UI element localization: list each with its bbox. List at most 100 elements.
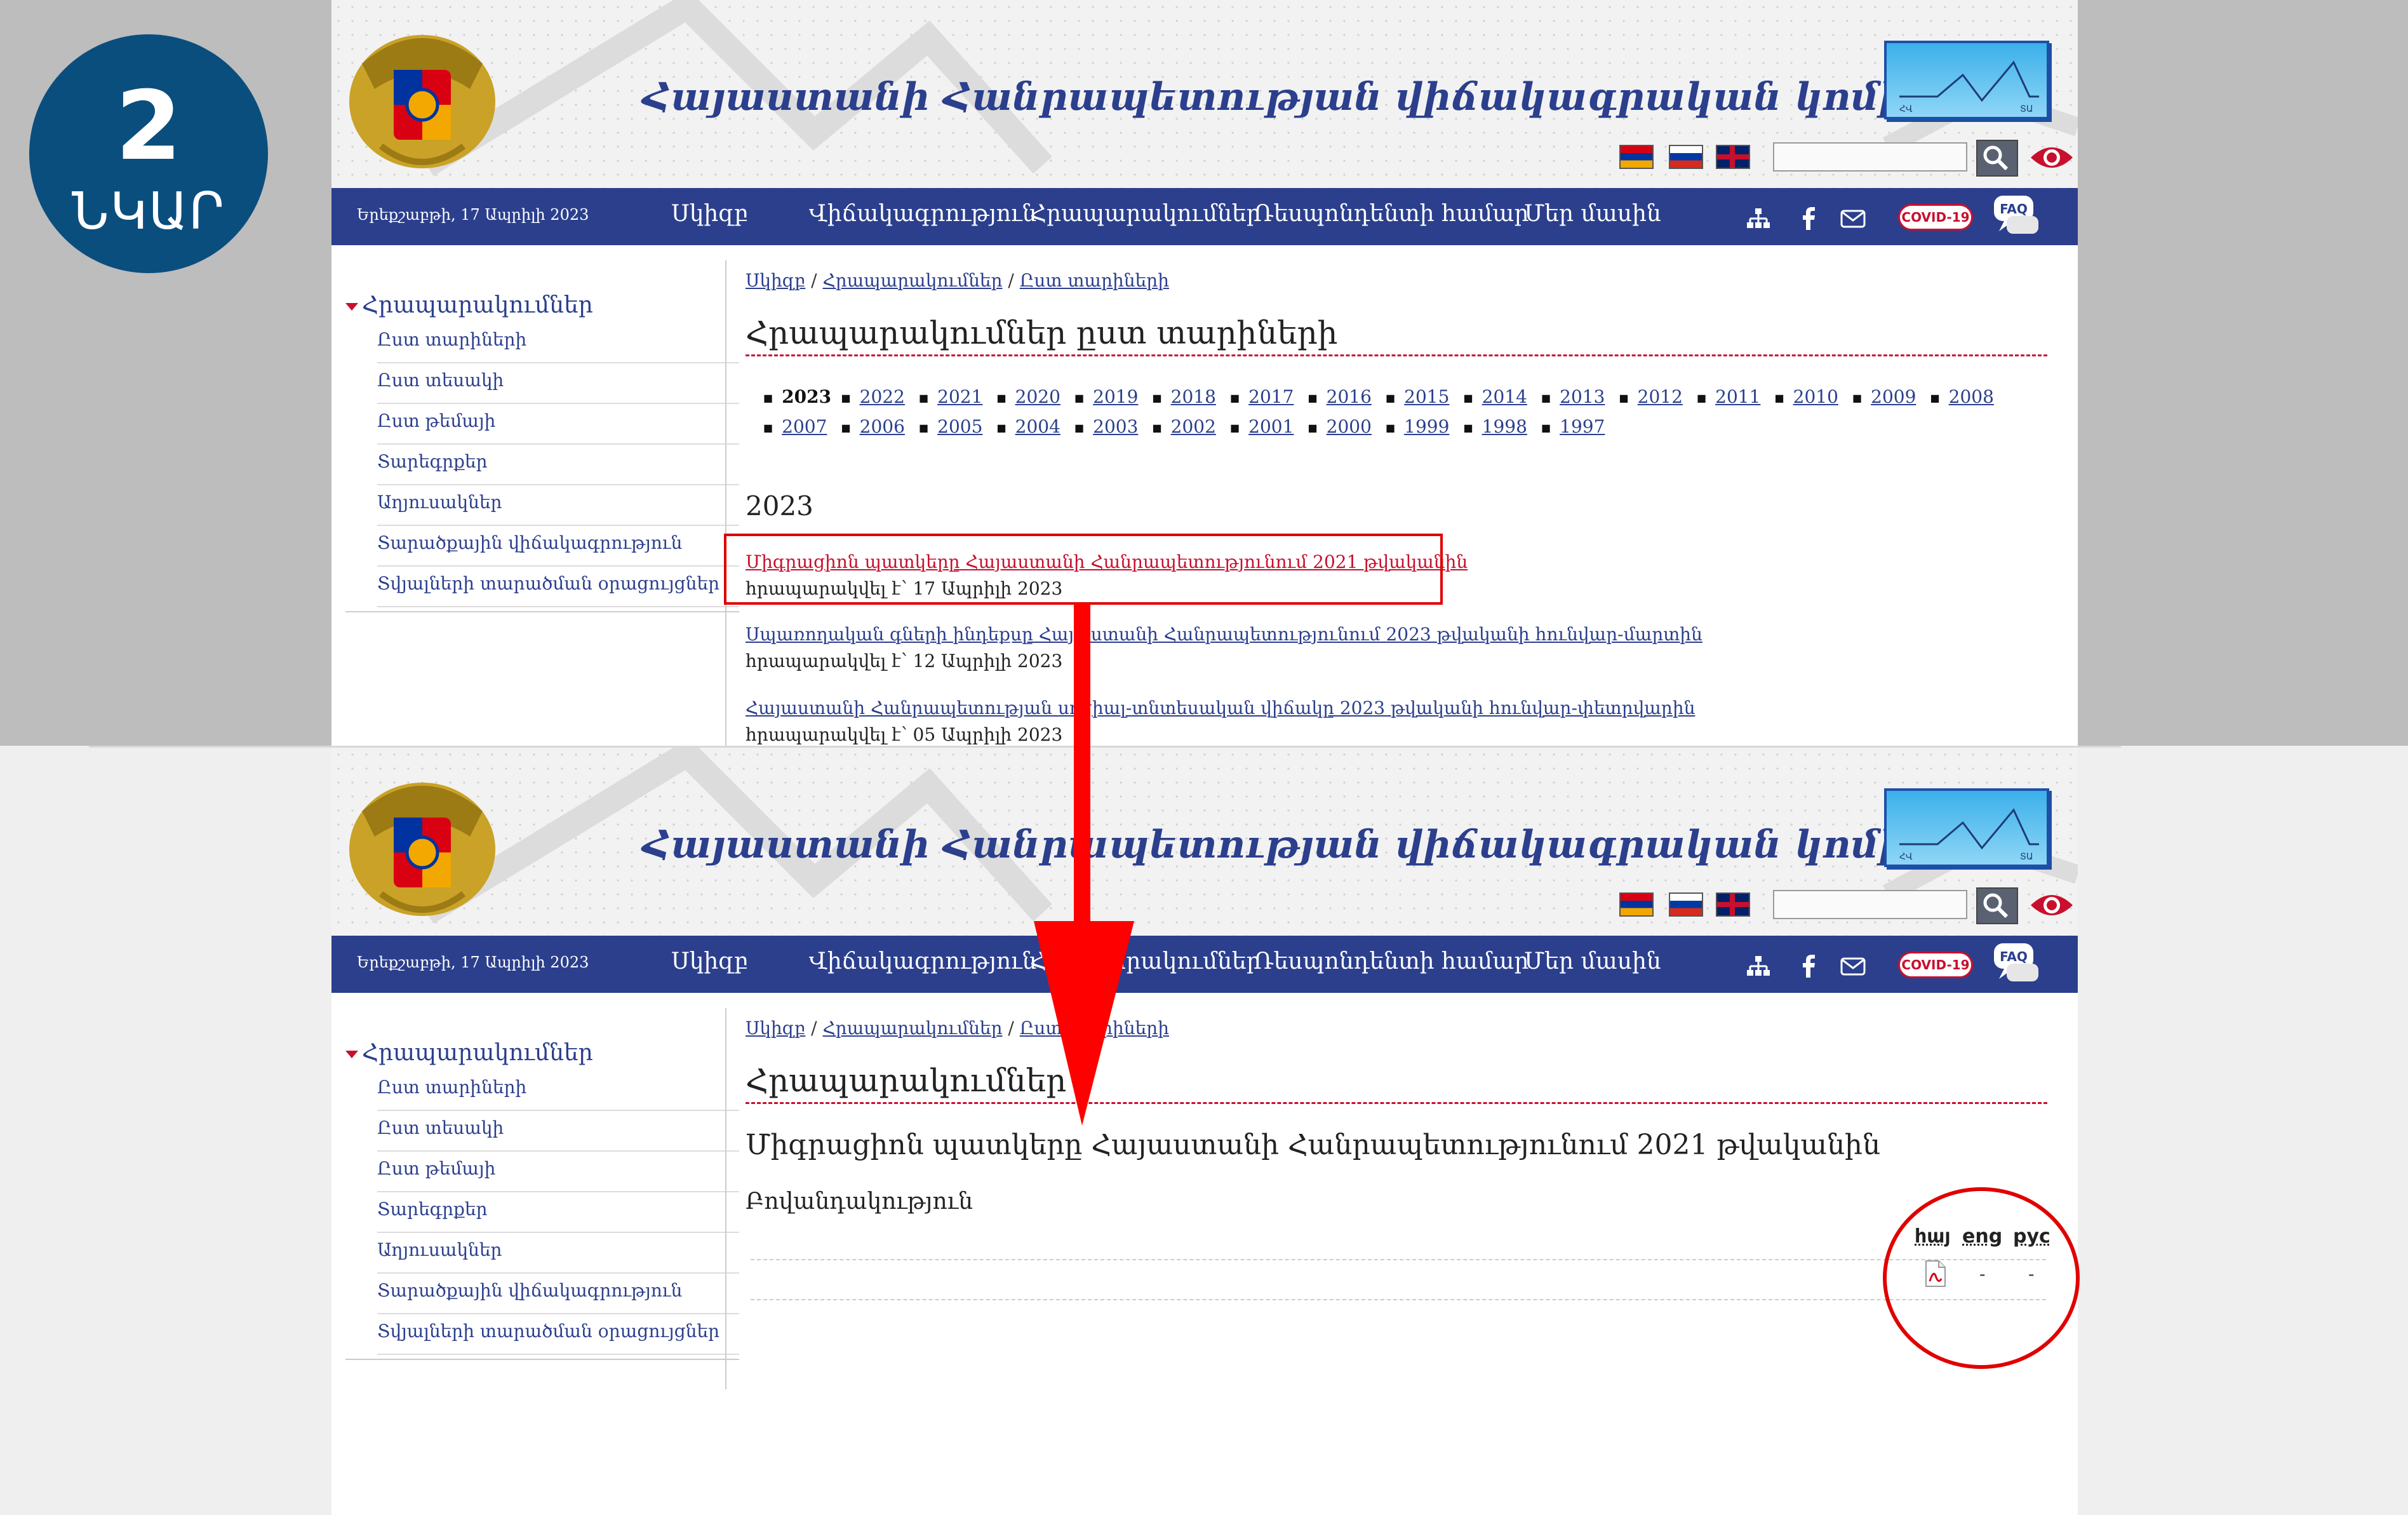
sidebar-item-calendars[interactable]: Տվյալների տարածման օրացույցներ [377, 1316, 739, 1355]
year-link[interactable]: 2013 [1541, 386, 1605, 407]
sidebar-item-yearbooks[interactable]: Տարեգրքեր [377, 446, 739, 485]
publication-link-2[interactable]: Սպառողական գների ինդեքսը Հայաստանի Հանրա… [746, 624, 1702, 645]
highlight-box [724, 534, 1443, 605]
pdf-icon[interactable] [1922, 1260, 1948, 1288]
breadcrumb-by-year[interactable]: Ըստ տարիների [1020, 270, 1169, 291]
sidebar-item-by-year[interactable]: Ըստ տարիների [377, 324, 739, 363]
contents-label: Բովանդակություն [746, 1188, 973, 1215]
covid-button[interactable]: COVID-19 [1898, 204, 1973, 231]
sitemap-icon[interactable] [1744, 952, 1772, 980]
publication-title: Միգրացիոն պատկերը Հայաստանի Հանրապետությ… [746, 1129, 1880, 1161]
armenian-flag-icon[interactable] [1619, 892, 1654, 917]
year-link[interactable]: 2020 [997, 386, 1060, 407]
breadcrumb-publications[interactable]: Հրապարակումներ [823, 270, 1003, 291]
sidebar-heading[interactable]: Հրապարակումներ [345, 292, 593, 318]
nav-about[interactable]: Մեր մասին [1524, 201, 1661, 227]
year-link[interactable]: 1997 [1541, 416, 1605, 437]
publication-link-3[interactable]: Հայաստանի Հանրապետության սոցիալ-տնտեսակա… [746, 697, 1695, 718]
year-link[interactable]: 2022 [841, 386, 905, 407]
nav-home[interactable]: Սկիզբ [671, 201, 748, 227]
year-link[interactable]: 1999 [1386, 416, 1449, 437]
breadcrumb-home[interactable]: Սկիզբ [746, 270, 805, 291]
sidebar-heading[interactable]: Հրապարակումներ [345, 1040, 593, 1066]
nav-respondents[interactable]: Ռեսպոնդենտի համար [1254, 948, 1529, 974]
uk-flag-icon[interactable] [1716, 145, 1750, 169]
accessibility-eye-icon[interactable] [2028, 142, 2075, 173]
sidebar-item-by-topic[interactable]: Ըստ թեմայի [377, 405, 739, 445]
site-title: Հայաստանի Հանրապետության վիճակագրական կո… [643, 823, 1976, 867]
nav-publications[interactable]: Հրապարակումներ [1030, 201, 1261, 227]
faq-icon[interactable]: FAQ [1991, 193, 2041, 239]
year-link[interactable]: 2012 [1619, 386, 1683, 407]
uk-flag-icon[interactable] [1716, 892, 1750, 917]
sitemap-icon[interactable] [1744, 205, 1772, 232]
logo-left-text: ՀՎ [1899, 852, 1913, 862]
search-input[interactable] [1773, 142, 1967, 172]
year-section-heading: 2023 [746, 490, 813, 522]
year-link[interactable]: 2016 [1308, 386, 1372, 407]
sidebar-item-regional[interactable]: Տարածքային վիճակագրություն [377, 1275, 739, 1314]
sidebar-item-by-type[interactable]: Ըստ տեսակի [377, 365, 739, 404]
year-link[interactable]: 2003 [1074, 416, 1138, 437]
russian-flag-icon[interactable] [1669, 145, 1703, 169]
year-link[interactable]: 2001 [1230, 416, 1294, 437]
breadcrumb-by-year[interactable]: Ըստ տարիների [1020, 1018, 1169, 1039]
year-link[interactable]: 2014 [1464, 386, 1527, 407]
mail-icon[interactable] [1839, 952, 1867, 980]
year-link[interactable]: 2009 [1852, 386, 1916, 407]
logo-right-text: ՏԱ [2020, 852, 2033, 862]
covid-button[interactable]: COVID-19 [1898, 952, 1973, 978]
nav-statistics[interactable]: Վիճակագրություն [809, 201, 1036, 227]
nav-about[interactable]: Մեր մասին [1524, 948, 1661, 974]
nav-statistics[interactable]: Վիճակագրություն [809, 948, 1036, 974]
year-link[interactable]: 2008 [1930, 386, 1994, 407]
sidebar-item-tables[interactable]: Աղյուսակներ [377, 487, 739, 526]
year-link[interactable]: 2021 [919, 386, 982, 407]
year-link[interactable]: 2011 [1697, 386, 1760, 407]
faq-icon[interactable]: FAQ [1991, 941, 2041, 986]
year-link[interactable]: 2018 [1153, 386, 1216, 407]
sidebar-item-yearbooks[interactable]: Տարեգրքեր [377, 1194, 739, 1233]
breadcrumb-home[interactable]: Սկիզբ [746, 1018, 805, 1039]
year-link[interactable]: 2004 [997, 416, 1060, 437]
year-link[interactable]: 2007 [763, 416, 827, 437]
nav-respondents[interactable]: Ռեսպոնդենտի համար [1254, 201, 1529, 227]
breadcrumb-publications[interactable]: Հրապարակումներ [823, 1018, 1003, 1039]
search-input[interactable] [1773, 890, 1967, 919]
breadcrumb: Սկիզբ / Հրապարակումներ / Ըստ տարիների [746, 1018, 1169, 1039]
armenian-flag-icon[interactable] [1619, 145, 1654, 169]
year-link[interactable]: 2002 [1153, 416, 1216, 437]
year-link[interactable]: 2006 [841, 416, 905, 437]
year-link[interactable]: 2019 [1074, 386, 1138, 407]
year-link[interactable]: 2000 [1308, 416, 1372, 437]
facebook-icon[interactable] [1795, 952, 1823, 980]
page-title: Հրապարակումներ ըստ տարիների [746, 314, 1338, 351]
step-badge: 2 ՆԿԱՐ [29, 34, 268, 273]
nav-home[interactable]: Սկիզբ [671, 948, 748, 974]
site-header: Հայաստանի Հանրապետության վիճակագրական կո… [331, 0, 2078, 188]
russian-flag-icon[interactable] [1669, 892, 1703, 917]
lang-header-ru: рус [2013, 1225, 2050, 1248]
year-link[interactable]: 1998 [1464, 416, 1527, 437]
year-link[interactable]: 2023 [763, 386, 831, 407]
search-button[interactable] [1976, 887, 2018, 924]
sidebar-item-by-type[interactable]: Ըստ տեսակի [377, 1112, 739, 1152]
year-link[interactable]: 2017 [1230, 386, 1294, 407]
mail-icon[interactable] [1839, 205, 1867, 232]
sidebar-item-by-year[interactable]: Ըստ տարիների [377, 1072, 739, 1111]
current-date: Երեքշաբթի, 17 Ապրիլի 2023 [357, 206, 589, 224]
sidebar-item-by-topic[interactable]: Ըստ թեմայի [377, 1153, 739, 1192]
accessibility-eye-icon[interactable] [2028, 890, 2075, 920]
nav-publications[interactable]: Հրապարակումներ [1030, 948, 1261, 974]
facebook-icon[interactable] [1795, 205, 1823, 232]
sidebar-item-calendars[interactable]: Տվյալների տարածման օրացույցներ [377, 568, 739, 607]
coat-of-arms-logo [349, 35, 495, 168]
sidebar-item-regional[interactable]: Տարածքային վիճակագրություն [377, 527, 739, 567]
year-link[interactable]: 2015 [1386, 386, 1449, 407]
year-link[interactable]: 2005 [919, 416, 982, 437]
year-link[interactable]: 2010 [1775, 386, 1838, 407]
armstat-logo[interactable]: ՀՎ ՏԱ [1884, 41, 2049, 119]
sidebar-item-tables[interactable]: Աղյուսակներ [377, 1234, 739, 1274]
search-button[interactable] [1976, 140, 2018, 177]
armstat-logo[interactable]: ՀՎ ՏԱ [1884, 788, 2049, 867]
